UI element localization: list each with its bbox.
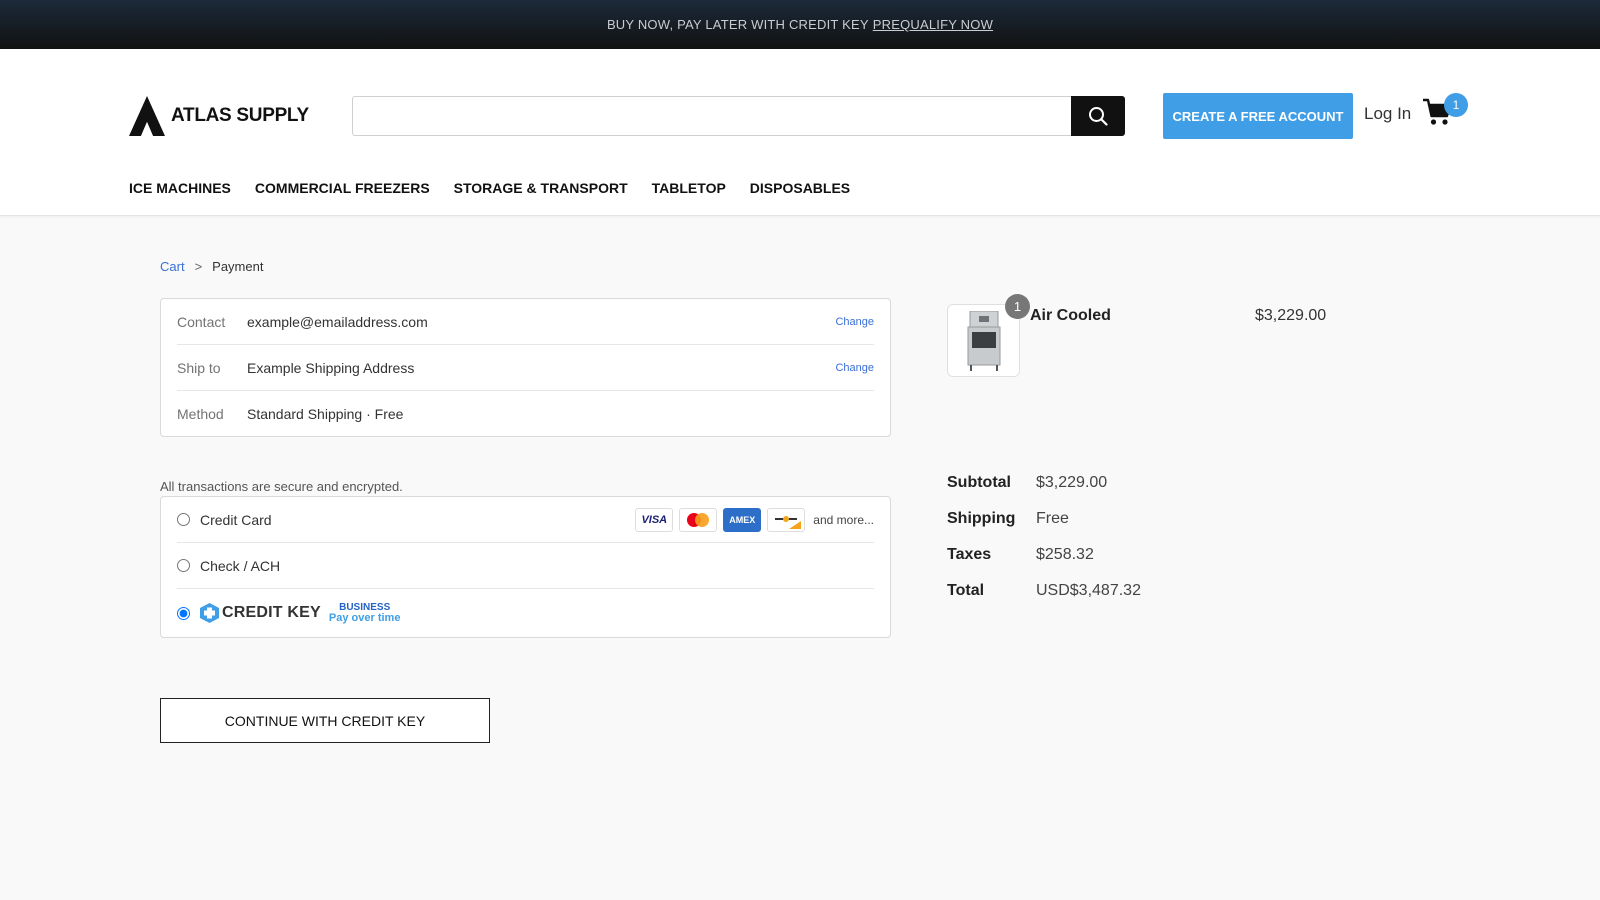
credit-card-option[interactable]: Credit Card VISA AMEX and more... xyxy=(177,497,874,543)
total-label: Total xyxy=(947,582,985,599)
nav-storage-transport[interactable]: STORAGE & TRANSPORT xyxy=(454,180,628,196)
quantity-badge: 1 xyxy=(1005,294,1030,319)
prequalify-link[interactable]: PREQUALIFY NOW xyxy=(873,17,993,32)
check-ach-option[interactable]: Check / ACH xyxy=(177,543,874,589)
continue-with-credit-key-button[interactable]: CONTINUE WITH CREDIT KEY xyxy=(160,698,490,743)
product-price: $3,229.00 xyxy=(1255,307,1327,324)
subtotal-value: $3,229.00 xyxy=(1036,474,1108,491)
logo-icon xyxy=(129,96,165,136)
taxes-value: $258.32 xyxy=(1036,546,1094,563)
method-label: Method xyxy=(177,406,224,422)
card-logos: VISA AMEX and more... xyxy=(635,507,874,532)
taxes-label: Taxes xyxy=(947,546,992,563)
main-nav: ICE MACHINES COMMERCIAL FREEZERS STORAGE… xyxy=(129,180,850,196)
payment-methods-box: Credit Card VISA AMEX and more... Check … xyxy=(160,496,891,638)
credit-card-radio[interactable] xyxy=(177,513,190,526)
breadcrumb-payment: Payment xyxy=(212,259,264,274)
contact-label: Contact xyxy=(177,313,226,330)
credit-key-logo: CREDIT KEY BUSINESS Pay over time xyxy=(200,603,401,624)
check-ach-label: Check / ACH xyxy=(200,557,281,574)
logo[interactable]: ATLAS SUPPLY xyxy=(129,96,309,136)
nav-ice-machines[interactable]: ICE MACHINES xyxy=(129,180,231,196)
amex-icon: AMEX xyxy=(723,507,762,532)
search-bar xyxy=(352,96,1125,136)
method-value: Standard Shipping · Free xyxy=(247,406,404,422)
nav-tabletop[interactable]: TABLETOP xyxy=(652,180,726,196)
search-button[interactable] xyxy=(1071,96,1125,136)
total-row: Total USD$3,487.32 xyxy=(947,573,1141,609)
mastercard-icon xyxy=(679,507,718,532)
ship-to-value: Example Shipping Address xyxy=(247,359,415,376)
total-value: USD$3,487.32 xyxy=(1036,582,1141,599)
credit-key-tagline: BUSINESS Pay over time xyxy=(328,603,401,624)
shipping-value: Free xyxy=(1036,510,1069,527)
secure-note: All transactions are secure and encrypte… xyxy=(160,479,403,494)
ice-machine-image xyxy=(967,310,1000,371)
contact-row: Contact example@emailaddress.com Change xyxy=(177,299,874,345)
breadcrumb: Cart > Payment xyxy=(160,259,263,274)
contact-value: example@emailaddress.com xyxy=(247,313,428,330)
create-account-button[interactable]: CREATE A FREE ACCOUNT xyxy=(1163,93,1353,139)
check-ach-radio[interactable] xyxy=(177,559,190,572)
credit-key-icon xyxy=(200,603,219,623)
breadcrumb-separator: > xyxy=(194,259,203,274)
ship-to-row: Ship to Example Shipping Address Change xyxy=(177,345,874,391)
site-header: ATLAS SUPPLY CREATE A FREE ACCOUNT Log I… xyxy=(0,49,1600,216)
shipping-row: Shipping Free xyxy=(947,501,1141,537)
credit-card-label: Credit Card xyxy=(200,511,272,528)
credit-key-radio[interactable] xyxy=(177,606,190,620)
checkout-summary-box: Contact example@emailaddress.com Change … xyxy=(160,298,891,437)
promo-banner: BUY NOW, PAY LATER WITH CREDIT KEY PREQU… xyxy=(0,0,1600,49)
more-cards-text: and more... xyxy=(813,512,874,527)
logo-text: ATLAS SUPPLY xyxy=(171,105,309,126)
nav-disposables[interactable]: DISPOSABLES xyxy=(750,180,850,196)
shipping-label: Shipping xyxy=(947,510,1016,527)
breadcrumb-cart[interactable]: Cart xyxy=(160,259,185,274)
method-row: Method Standard Shipping · Free xyxy=(177,391,874,437)
ship-to-label: Ship to xyxy=(177,359,221,376)
credit-key-name: CREDIT KEY xyxy=(222,604,321,621)
cart-count-badge: 1 xyxy=(1444,93,1468,117)
subtotal-row: Subtotal $3,229.00 xyxy=(947,465,1141,501)
discover-icon xyxy=(767,507,806,532)
product-name: Air Cooled xyxy=(1030,307,1111,324)
promo-text: BUY NOW, PAY LATER WITH CREDIT KEY xyxy=(606,17,869,32)
nav-commercial-freezers[interactable]: COMMERCIAL FREEZERS xyxy=(255,180,430,196)
credit-key-pay-over-time: Pay over time xyxy=(328,612,401,624)
taxes-row: Taxes $258.32 xyxy=(947,537,1141,573)
order-totals: Subtotal $3,229.00 Shipping Free Taxes $… xyxy=(947,465,1141,609)
credit-key-option[interactable]: CREDIT KEY BUSINESS Pay over time xyxy=(177,589,874,637)
change-contact-link[interactable]: Change xyxy=(835,316,874,328)
search-input[interactable] xyxy=(352,96,1071,136)
search-icon xyxy=(1089,107,1108,126)
visa-icon: VISA xyxy=(635,507,674,532)
change-address-link[interactable]: Change xyxy=(835,362,874,374)
subtotal-label: Subtotal xyxy=(947,474,1011,491)
login-link[interactable]: Log In xyxy=(1364,104,1411,124)
